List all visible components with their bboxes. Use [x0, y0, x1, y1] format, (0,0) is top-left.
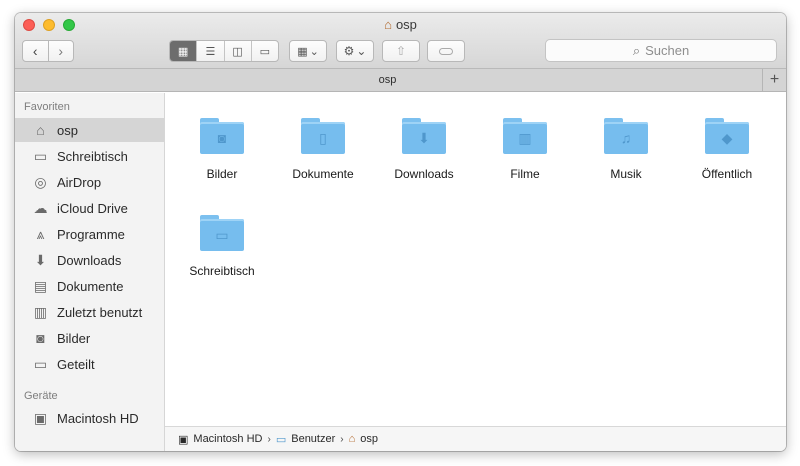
folder-musik[interactable]: ♫ Musik [580, 118, 672, 181]
sidebar-item-geteilt[interactable]: ▭ Geteilt [15, 352, 164, 376]
folder-schreibtisch[interactable]: ▭ Schreibtisch [176, 215, 268, 278]
folder-label: Filme [510, 167, 540, 181]
search-field[interactable]: ⌕ Suchen [545, 39, 777, 62]
download-folder-icon: ⬇ [402, 122, 446, 154]
icon-view-button[interactable]: ▦ [170, 41, 198, 61]
window-title-label: osp [395, 17, 417, 32]
sidebar-item-schreibtisch[interactable]: ▭ Schreibtisch [15, 144, 164, 168]
chevron-right-icon: › [267, 433, 271, 445]
path-segment-osp[interactable]: osp [360, 433, 378, 445]
sidebar: Favoriten ⌂ osp ▭ Schreibtisch ◎ AirDrop… [15, 93, 165, 451]
list-view-button[interactable]: ☰ [197, 41, 225, 61]
sidebar-item-label: Bilder [57, 330, 91, 346]
camera-icon: ◙ [36, 330, 45, 346]
file-browser: ◙ Bilder ▯ Dokumente ⬇ Downloads ▥ Filme… [165, 93, 786, 426]
search-placeholder: Suchen [645, 43, 690, 58]
sidebar-item-macintosh-hd[interactable]: ▣ Macintosh HD [15, 406, 164, 430]
airdrop-icon: ◎ [34, 173, 47, 190]
film-folder-icon: ▥ [503, 122, 547, 154]
desktop-icon: ▭ [33, 147, 48, 164]
applications-icon: ⩓ [36, 225, 45, 242]
gallery-view-button[interactable]: ▭ [252, 41, 278, 61]
forward-button[interactable]: › [49, 41, 74, 61]
folder-filme[interactable]: ▥ Filme [479, 118, 571, 181]
sidebar-item-airdrop[interactable]: ◎ AirDrop [15, 170, 164, 194]
documents-icon: ▤ [33, 277, 48, 294]
downloads-icon: ⬇ [34, 251, 47, 268]
recents-icon: ▥ [33, 303, 48, 320]
folder-bilder[interactable]: ◙ Bilder [176, 118, 268, 181]
folder-downloads[interactable]: ⬇ Downloads [378, 118, 470, 181]
path-bar: ▣ Macintosh HD › ▭ Benutzer › ⌂ osp [165, 426, 786, 451]
folder-oeffentlich[interactable]: ◆ Öffentlich [681, 118, 773, 181]
sidebar-item-bilder[interactable]: ◙ Bilder [15, 326, 164, 350]
harddisk-icon: ▣ [33, 409, 48, 426]
arrange-button[interactable]: ▦ ⌄ [289, 40, 327, 62]
desktop-folder-icon: ▭ [200, 219, 244, 251]
title-bar: ⌂ osp ‹ › ▦ ☰ ◫ ▭ ▦ ⌄ ⚙ ⌄ ⇧ ⌕ Suchen [15, 13, 786, 69]
folder-label: Musik [610, 167, 642, 181]
folder-label: Dokumente [292, 167, 354, 181]
finder-window: ⌂ osp ‹ › ▦ ☰ ◫ ▭ ▦ ⌄ ⚙ ⌄ ⇧ ⌕ Suchen osp… [15, 13, 786, 451]
sidebar-item-osp[interactable]: ⌂ osp [15, 118, 164, 142]
sidebar-item-label: Macintosh HD [57, 410, 139, 426]
tag-icon [439, 47, 453, 55]
tag-button[interactable] [427, 40, 465, 62]
gear-icon: ⚙ [343, 44, 355, 58]
search-icon: ⌕ [632, 42, 641, 58]
music-folder-icon: ♫ [604, 122, 648, 154]
sidebar-item-label: Dokumente [57, 278, 124, 294]
path-segment-macintosh-hd[interactable]: Macintosh HD [193, 433, 262, 445]
cloud-icon: ☁ [33, 199, 48, 216]
chevron-down-icon: ⌄ [309, 45, 319, 58]
sidebar-item-programme[interactable]: ⩓ Programme [15, 222, 164, 246]
folder-icon: ▭ [275, 433, 287, 446]
camera-folder-icon: ◙ [200, 122, 244, 154]
share-button[interactable]: ⇧ [382, 40, 420, 62]
folder-label: Downloads [394, 167, 454, 181]
sidebar-item-label: AirDrop [57, 174, 102, 190]
folder-dokumente[interactable]: ▯ Dokumente [277, 118, 369, 181]
home-icon: ⌂ [348, 433, 356, 445]
column-view-button[interactable]: ◫ [225, 41, 252, 61]
new-tab-button[interactable]: + [762, 69, 786, 91]
sidebar-item-label: Programme [57, 226, 125, 242]
folder-icon: ▭ [33, 355, 48, 372]
navigation-buttons: ‹ › [22, 40, 74, 62]
sidebar-item-label: Zuletzt benutzt [57, 304, 143, 320]
public-folder-icon: ◆ [705, 122, 749, 154]
action-button[interactable]: ⚙ ⌄ [336, 40, 374, 62]
sidebar-section-favorites: Favoriten [24, 101, 70, 113]
home-icon: ⌂ [384, 17, 392, 32]
folder-label: Öffentlich [701, 167, 753, 181]
grid-icon: ▦ [297, 45, 308, 58]
chevron-down-icon: ⌄ [356, 44, 367, 58]
sidebar-item-label: Schreibtisch [57, 148, 128, 164]
tab-osp[interactable]: osp [15, 74, 760, 86]
sidebar-item-zuletzt-benutzt[interactable]: ▥ Zuletzt benutzt [15, 300, 164, 324]
sidebar-section-devices: Geräte [24, 390, 58, 402]
path-segment-benutzer[interactable]: Benutzer [291, 433, 335, 445]
window-title: ⌂ osp [15, 17, 786, 32]
sidebar-item-label: iCloud Drive [57, 200, 128, 216]
chevron-right-icon: › [340, 433, 344, 445]
sidebar-item-dokumente[interactable]: ▤ Dokumente [15, 274, 164, 298]
view-mode-selector: ▦ ☰ ◫ ▭ [169, 40, 279, 62]
home-icon: ⌂ [36, 122, 45, 138]
sidebar-item-downloads[interactable]: ⬇ Downloads [15, 248, 164, 272]
sidebar-item-icloud-drive[interactable]: ☁ iCloud Drive [15, 196, 164, 220]
share-icon: ⇧ [395, 44, 407, 58]
sidebar-item-label: osp [57, 122, 78, 138]
folder-label: Bilder [206, 167, 238, 181]
sidebar-item-label: Downloads [57, 252, 122, 268]
document-folder-icon: ▯ [301, 122, 345, 154]
tab-bar: osp + [15, 69, 786, 92]
back-button[interactable]: ‹ [23, 41, 49, 61]
folder-label: Schreibtisch [189, 264, 255, 278]
sidebar-item-label: Geteilt [57, 356, 95, 372]
harddisk-icon: ▣ [178, 433, 189, 446]
